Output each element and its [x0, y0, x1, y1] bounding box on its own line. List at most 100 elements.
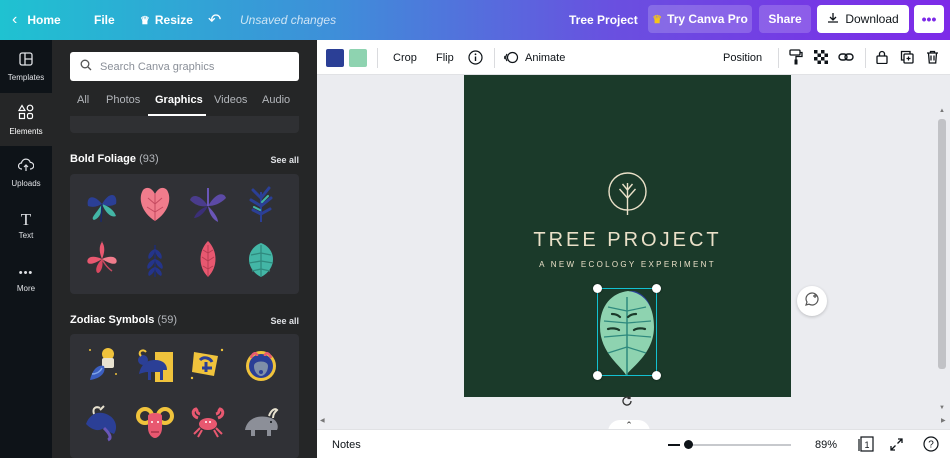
- elements-panel: All Photos Graphics Videos Audio Bold Fo…: [52, 40, 317, 458]
- color-swatch-2[interactable]: [349, 49, 367, 67]
- design-page[interactable]: TREE PROJECT A NEW ECOLOGY EXPERIMENT: [464, 75, 791, 397]
- foliage-graphic-3[interactable]: [188, 184, 228, 224]
- zodiac-taurus-bull-graphic[interactable]: [241, 402, 281, 442]
- more-options-button[interactable]: •••: [914, 5, 944, 33]
- help-icon[interactable]: ?: [923, 436, 939, 452]
- chevron-left-icon: ‹: [12, 11, 18, 28]
- editor-toolbar: Crop Flip Animate Position: [317, 40, 950, 75]
- rail-label: Text: [18, 230, 34, 240]
- resize-handle-top-left[interactable]: [593, 284, 602, 293]
- home-button[interactable]: ‹ Home: [12, 0, 61, 40]
- resize-handle-bottom-left[interactable]: [593, 371, 602, 380]
- notes-button[interactable]: Notes: [332, 430, 361, 458]
- zodiac-libra-graphic[interactable]: [188, 344, 228, 384]
- search-input[interactable]: [100, 60, 290, 73]
- more-icon: •••: [18, 266, 34, 279]
- vertical-scrollbar[interactable]: [938, 119, 946, 369]
- foliage-graphic-4[interactable]: [241, 184, 281, 224]
- tab-videos[interactable]: Videos: [214, 94, 247, 106]
- fullscreen-icon[interactable]: [888, 436, 904, 452]
- elements-icon: [17, 103, 34, 124]
- project-title[interactable]: Tree Project: [569, 0, 638, 40]
- scroll-left-arrow-icon[interactable]: ◀: [320, 417, 325, 424]
- zodiac-aquarius-graphic[interactable]: [82, 344, 122, 384]
- scroll-right-arrow-icon[interactable]: ▶: [941, 417, 946, 424]
- file-menu-button[interactable]: File: [94, 0, 115, 40]
- search-box[interactable]: [70, 52, 299, 81]
- tab-photos[interactable]: Photos: [106, 94, 140, 106]
- animate-button[interactable]: Animate: [504, 40, 565, 75]
- resize-handle-bottom-right[interactable]: [652, 371, 661, 380]
- lock-icon[interactable]: [873, 48, 891, 66]
- page-number: 1: [864, 440, 869, 450]
- left-rail: Templates Elements Uploads T Text ••• Mo…: [0, 40, 52, 458]
- position-button[interactable]: Position: [723, 40, 762, 75]
- rail-label: Elements: [9, 126, 43, 136]
- download-button[interactable]: Download: [817, 5, 909, 33]
- share-button[interactable]: Share: [759, 5, 811, 33]
- resize-handle-top-right[interactable]: [652, 284, 661, 293]
- transparency-icon[interactable]: [812, 48, 830, 66]
- home-label: Home: [27, 13, 61, 27]
- rail-item-text[interactable]: T Text: [0, 199, 52, 252]
- foliage-graphic-5[interactable]: [82, 239, 122, 279]
- text-icon: T: [20, 209, 32, 229]
- comment-icon: [804, 291, 820, 312]
- uploads-icon: [17, 158, 35, 176]
- scroll-down-arrow-icon[interactable]: ▼: [939, 405, 945, 411]
- zodiac-capricorn-graphic[interactable]: [82, 402, 122, 442]
- see-all-bold-foliage-link[interactable]: See all: [270, 155, 299, 165]
- try-pro-label: Try Canva Pro: [667, 12, 748, 26]
- panel-tabs: All Photos Graphics Videos Audio: [52, 92, 317, 116]
- zodiac-taurus-graphic[interactable]: [241, 344, 281, 384]
- crop-button[interactable]: Crop: [393, 40, 417, 75]
- undo-button[interactable]: ↶: [208, 0, 221, 40]
- foliage-graphic-1[interactable]: [82, 184, 122, 224]
- add-comment-button[interactable]: [797, 286, 827, 316]
- zoom-slider-knob[interactable]: [684, 440, 693, 449]
- foliage-graphic-2[interactable]: [135, 184, 175, 224]
- zoom-slider[interactable]: [686, 444, 791, 446]
- trash-icon[interactable]: [923, 48, 941, 66]
- resize-label: Resize: [154, 13, 193, 27]
- see-all-zodiac-symbols-link[interactable]: See all: [270, 316, 299, 326]
- tab-audio[interactable]: Audio: [262, 94, 290, 106]
- zodiac-symbols-grid: [70, 334, 299, 458]
- design-title[interactable]: TREE PROJECT: [464, 229, 791, 252]
- link-icon[interactable]: [837, 48, 855, 66]
- flip-button[interactable]: Flip: [436, 40, 454, 75]
- foliage-graphic-7[interactable]: [188, 239, 228, 279]
- tree-logo-icon[interactable]: [607, 171, 648, 221]
- rail-item-elements[interactable]: Elements: [0, 93, 52, 146]
- rail-item-templates[interactable]: Templates: [0, 40, 52, 93]
- rail-item-more[interactable]: ••• More: [0, 252, 52, 305]
- tab-graphics[interactable]: Graphics: [155, 94, 203, 106]
- paint-roller-icon[interactable]: [787, 48, 805, 66]
- foliage-graphic-8[interactable]: [241, 239, 281, 279]
- section-title-bold-foliage: Bold Foliage (93): [70, 153, 159, 165]
- try-canva-pro-button[interactable]: ♛ Try Canva Pro: [648, 5, 752, 33]
- top-bar: ‹ Home File ♛ Resize ↶ Unsaved changes T…: [0, 0, 950, 40]
- foliage-graphic-6[interactable]: [135, 239, 175, 279]
- zodiac-cancer-graphic[interactable]: [188, 402, 228, 442]
- duplicate-icon[interactable]: [898, 48, 916, 66]
- help-glyph: ?: [928, 440, 934, 451]
- tab-all[interactable]: All: [77, 94, 89, 106]
- zoom-out-icon[interactable]: [668, 444, 680, 446]
- color-swatch-1[interactable]: [326, 49, 344, 67]
- selection-box[interactable]: [593, 284, 661, 380]
- zodiac-aries-head-graphic[interactable]: [135, 402, 175, 442]
- zodiac-aries-graphic[interactable]: [135, 344, 175, 384]
- page-count-icon[interactable]: 1: [858, 436, 874, 452]
- rotate-handle-icon[interactable]: [620, 394, 634, 408]
- bottom-bar: Notes 89% 1 ?: [317, 429, 950, 458]
- canvas-area: TREE PROJECT A NEW ECOLOGY EXPERIMENT ▲ …: [317, 75, 950, 432]
- ellipsis-icon: •••: [921, 11, 937, 27]
- zoom-percentage[interactable]: 89%: [815, 430, 837, 458]
- scroll-up-arrow-icon[interactable]: ▲: [939, 108, 945, 114]
- toolbar-divider: [377, 48, 378, 68]
- info-icon[interactable]: [466, 48, 484, 66]
- resize-button[interactable]: ♛ Resize: [140, 0, 193, 40]
- rail-item-uploads[interactable]: Uploads: [0, 146, 52, 199]
- design-subtitle[interactable]: A NEW ECOLOGY EXPERIMENT: [464, 260, 791, 269]
